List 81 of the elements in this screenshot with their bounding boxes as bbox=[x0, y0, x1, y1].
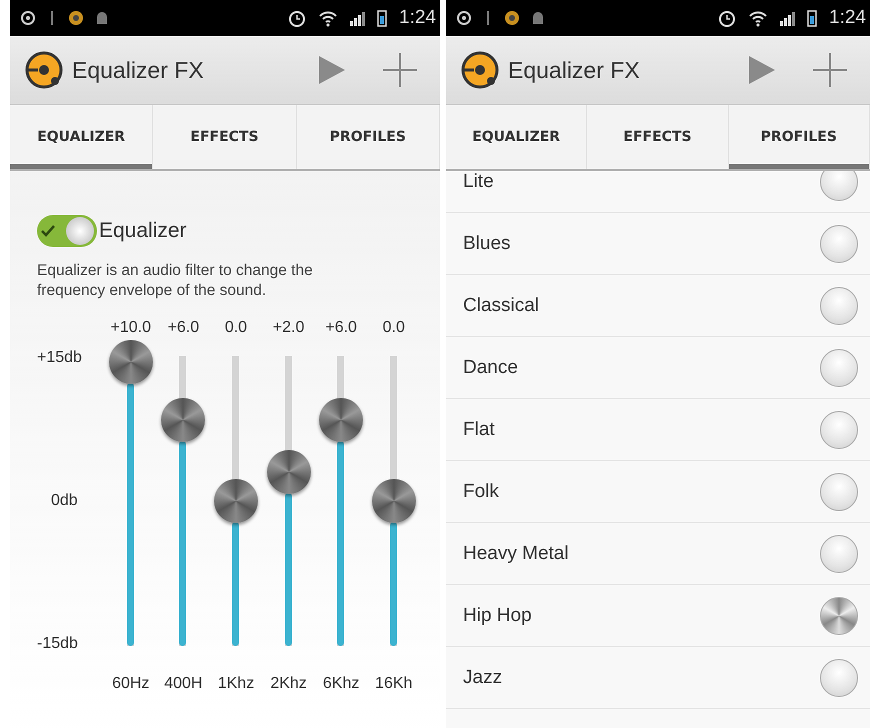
slider-thumb[interactable] bbox=[266, 450, 311, 494]
profile-radio[interactable] bbox=[820, 224, 858, 262]
tab[interactable]: EFFECTS bbox=[587, 105, 729, 169]
profile-row[interactable]: Dance bbox=[446, 337, 870, 399]
profile-name: Folk bbox=[463, 480, 499, 502]
profile-radio[interactable] bbox=[820, 348, 858, 386]
status-time: 1:24 bbox=[399, 7, 436, 29]
plus-icon bbox=[813, 53, 847, 87]
slider-thumb[interactable] bbox=[161, 398, 206, 442]
profile-row[interactable]: Hip Hop bbox=[446, 585, 870, 647]
band-frequency: 16Kh bbox=[375, 675, 412, 693]
profile-row[interactable]: Heavy Metal bbox=[446, 523, 870, 585]
alarm-icon bbox=[717, 8, 738, 28]
scale-label: 0db bbox=[50, 492, 79, 510]
slider-thumb[interactable] bbox=[319, 398, 364, 442]
slider-thumb[interactable] bbox=[372, 479, 416, 523]
band-value: +2.0 bbox=[272, 319, 304, 338]
battery-icon bbox=[807, 9, 818, 27]
wifi-icon bbox=[749, 9, 768, 27]
slider-thumb[interactable] bbox=[214, 479, 258, 523]
profile-radio[interactable] bbox=[820, 410, 858, 448]
tab[interactable]: PROFILES bbox=[728, 105, 870, 169]
alarm-icon bbox=[287, 8, 308, 28]
profile-name: Flat bbox=[463, 418, 495, 440]
profile-name: Dance bbox=[463, 356, 518, 378]
profile-name: Hip Hop bbox=[463, 604, 532, 626]
tab[interactable]: EQUALIZER bbox=[446, 105, 588, 169]
profile-row[interactable]: Folk bbox=[446, 461, 870, 523]
tab[interactable]: EQUALIZER bbox=[10, 105, 154, 169]
app-logo-icon bbox=[24, 50, 64, 90]
band-value: 0.0 bbox=[224, 319, 248, 338]
scale-label: -15db bbox=[37, 635, 79, 653]
signal-icon bbox=[349, 10, 366, 26]
band-frequency: 2Khz bbox=[270, 675, 307, 693]
profile-row[interactable]: Lite bbox=[446, 171, 870, 213]
profile-row[interactable]: Blues bbox=[446, 213, 870, 275]
sync-icon bbox=[456, 10, 472, 26]
profile-name: Lite bbox=[463, 171, 494, 192]
app-notification-icon bbox=[504, 10, 520, 26]
band-frequency: 60Hz bbox=[112, 675, 150, 693]
profile-row[interactable]: Flat bbox=[446, 399, 870, 461]
profile-radio[interactable] bbox=[820, 171, 858, 200]
switch-knob bbox=[66, 217, 94, 245]
app-title: Equalizer FX bbox=[72, 56, 204, 84]
band-value: +10.0 bbox=[110, 319, 151, 338]
equalizer-switch[interactable] bbox=[37, 215, 97, 247]
profile-name: Jazz bbox=[463, 666, 502, 688]
switch-label: Equalizer bbox=[99, 219, 187, 243]
app-title: Equalizer FX bbox=[508, 56, 640, 84]
profile-radio[interactable] bbox=[820, 596, 858, 634]
profile-name: Classical bbox=[463, 294, 540, 316]
tab[interactable]: EFFECTS bbox=[153, 105, 297, 169]
scale-label: +15db bbox=[37, 349, 83, 367]
band-value: 0.0 bbox=[382, 319, 405, 338]
profile-name: Heavy Metal bbox=[463, 542, 569, 564]
description-text: Equalizer is an audio filter to change the frequency envelope of the sound. bbox=[37, 261, 314, 301]
profile-radio[interactable] bbox=[820, 472, 858, 510]
band-frequency: 1Khz bbox=[218, 675, 254, 693]
app-notification-icon bbox=[68, 10, 84, 26]
play-icon bbox=[749, 56, 775, 84]
wifi-icon bbox=[319, 9, 338, 27]
status-time: 1:24 bbox=[829, 7, 866, 29]
tab[interactable]: PROFILES bbox=[296, 105, 440, 169]
profile-row[interactable]: Jazz bbox=[446, 647, 870, 709]
slider-thumb[interactable] bbox=[108, 340, 153, 384]
band-value: +6.0 bbox=[325, 319, 357, 338]
plus-icon bbox=[383, 53, 417, 87]
profile-row[interactable]: Classical bbox=[446, 275, 870, 337]
profile-name: Blues bbox=[463, 232, 511, 254]
app-logo-icon bbox=[460, 50, 500, 90]
play-icon bbox=[319, 56, 345, 84]
profile-radio[interactable] bbox=[820, 286, 858, 324]
band-value: +6.0 bbox=[168, 319, 200, 338]
band-frequency: 400H bbox=[164, 675, 202, 693]
battery-icon bbox=[377, 9, 388, 27]
signal-icon bbox=[779, 10, 796, 26]
profile-radio[interactable] bbox=[820, 658, 858, 696]
check-icon bbox=[40, 224, 56, 238]
sync-icon bbox=[20, 10, 36, 26]
profile-radio[interactable] bbox=[820, 534, 858, 572]
band-frequency: 6Khz bbox=[322, 675, 360, 693]
